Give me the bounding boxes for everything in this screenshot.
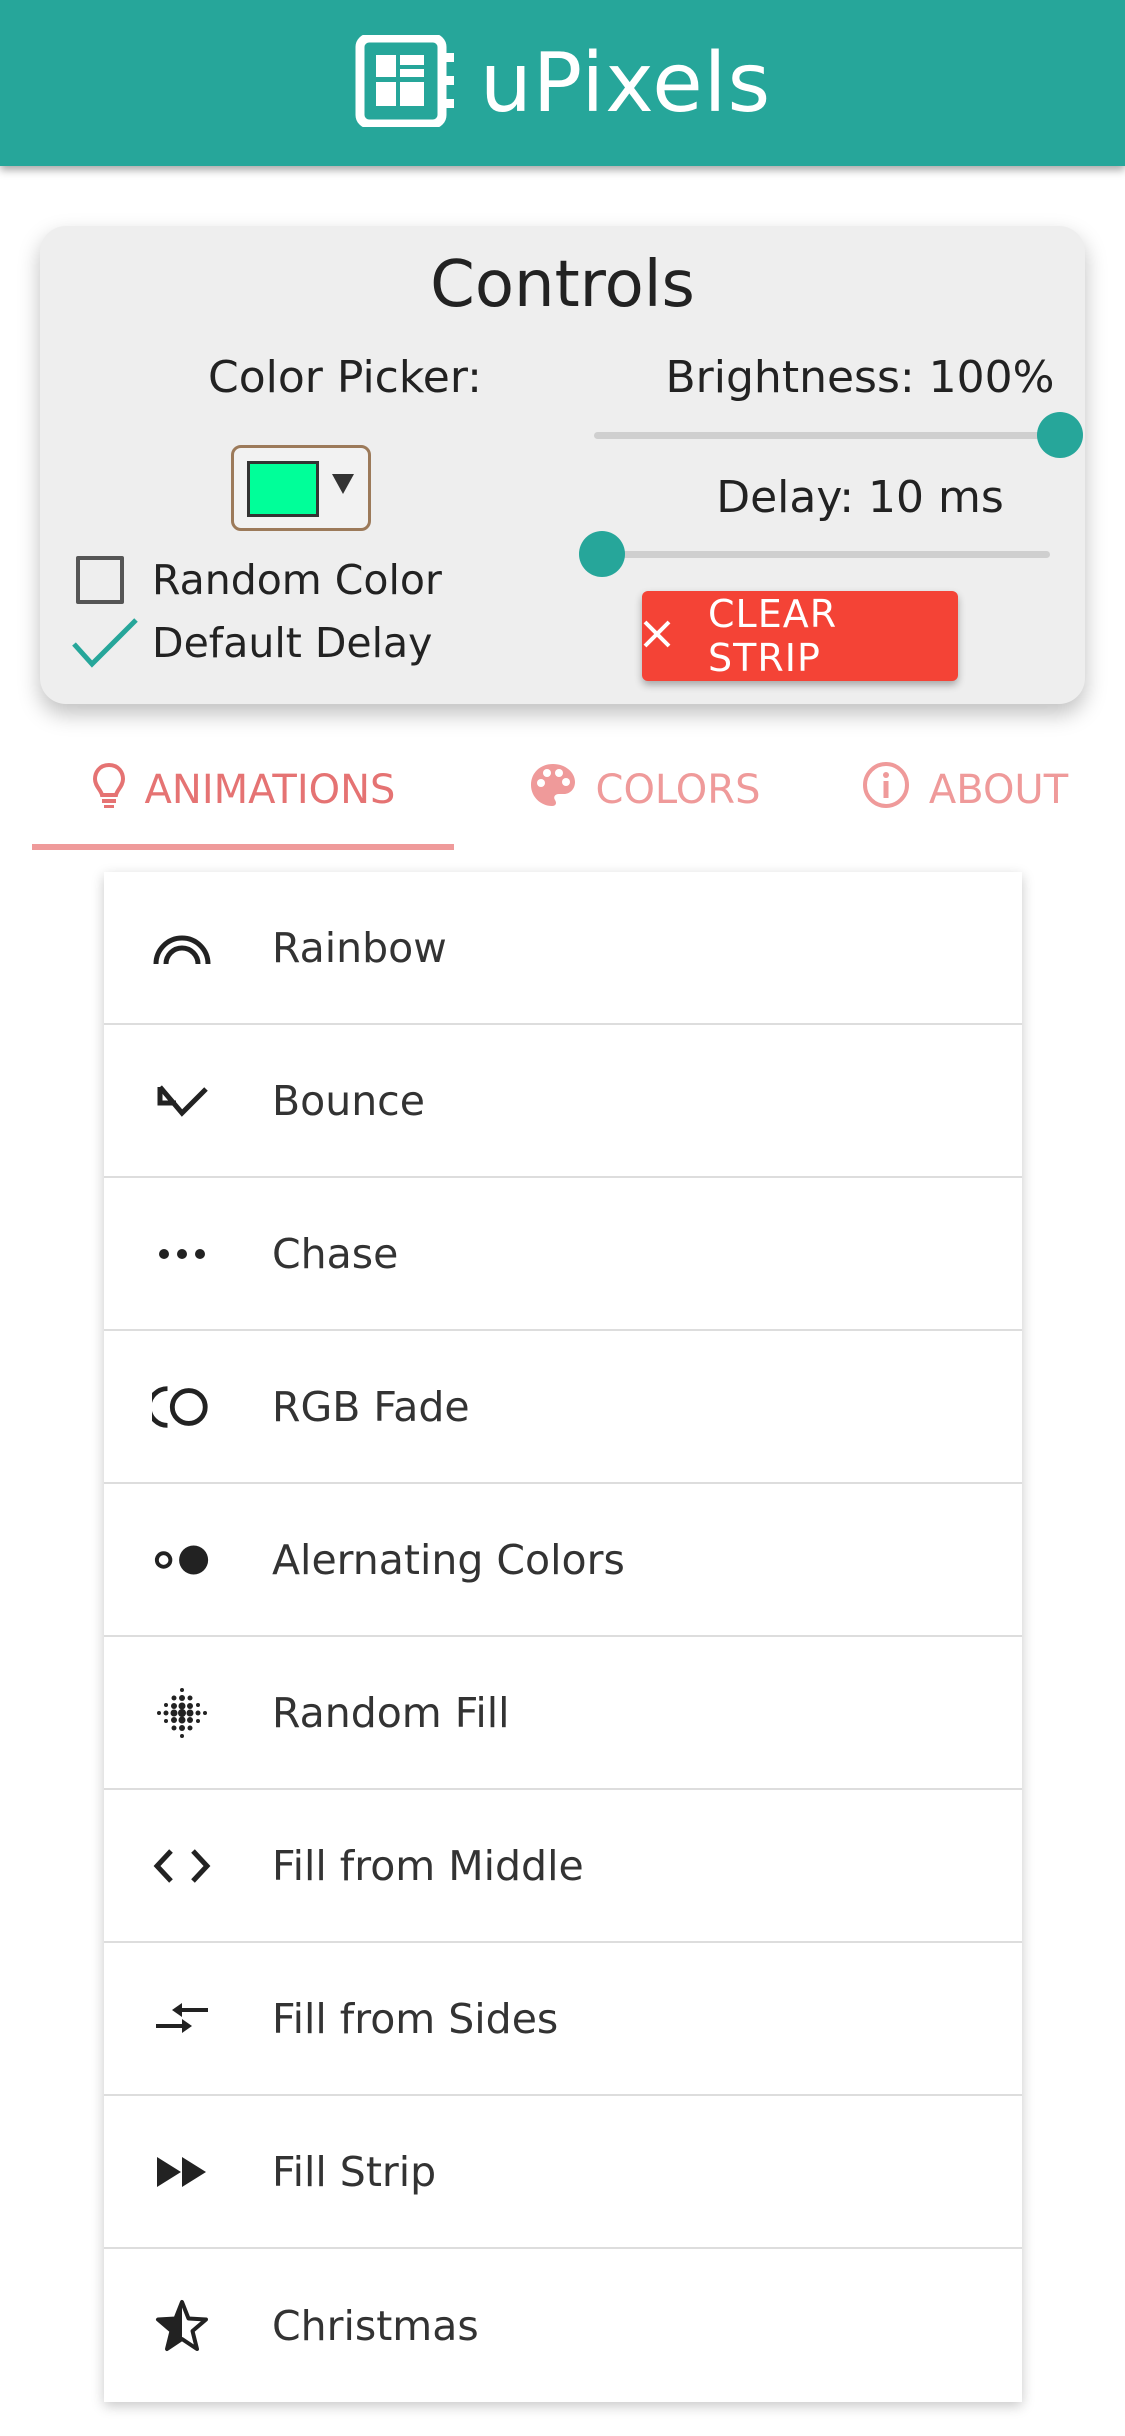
alternate-dots-icon: [152, 1532, 212, 1588]
list-item-alternating-colors[interactable]: Alernating Colors: [104, 1484, 1022, 1637]
list-item-random-fill[interactable]: Random Fill: [104, 1637, 1022, 1790]
palette-icon: [528, 761, 578, 819]
clear-strip-label: CLEAR STRIP: [708, 592, 838, 680]
list-item-rainbow[interactable]: Rainbow: [104, 872, 1022, 1025]
list-item-label: Fill from Sides: [272, 1994, 559, 2043]
app-bar: uPixels: [0, 0, 1125, 166]
brand[interactable]: uPixels: [354, 33, 772, 131]
slider-thumb[interactable]: [579, 531, 625, 577]
list-item-label: Fill Strip: [272, 2147, 437, 2196]
fade-circle-icon: [152, 1379, 212, 1435]
app-title: uPixels: [479, 35, 772, 131]
list-item-fill-from-sides[interactable]: Fill from Sides: [104, 1943, 1022, 2096]
tab-label: ANIMATIONS: [144, 767, 396, 813]
tab-about[interactable]: ABOUT: [836, 740, 1093, 840]
color-swatch: [247, 461, 319, 517]
tab-bar: ANIMATIONS COLORS ABOUT: [32, 740, 1093, 852]
tab-label: COLORS: [595, 767, 761, 813]
list-item-label: Rainbow: [272, 923, 447, 972]
list-item-label: Random Fill: [272, 1688, 510, 1737]
tab-colors[interactable]: COLORS: [506, 740, 782, 840]
list-item-chase[interactable]: Chase: [104, 1178, 1022, 1331]
list-item-label: Christmas: [272, 2301, 479, 2350]
fast-forward-icon: [152, 2144, 212, 2200]
list-item-label: Chase: [272, 1229, 399, 1278]
bounce-arrow-icon: [152, 1073, 212, 1129]
delay-label: Delay: 10 ms: [716, 472, 1004, 523]
list-item-bounce[interactable]: Bounce: [104, 1025, 1022, 1178]
slider-track: [594, 432, 1060, 439]
clear-strip-button[interactable]: CLEAR STRIP: [642, 591, 958, 681]
compare-arrows-icon: [152, 1991, 212, 2047]
list-item-christmas[interactable]: Christmas: [104, 2249, 1022, 2402]
list-item-label: Alernating Colors: [272, 1535, 625, 1584]
lightbulb-icon: [91, 761, 127, 819]
color-picker-label: Color Picker:: [208, 352, 482, 403]
checkmark-icon: [72, 618, 138, 668]
random-color-label[interactable]: Random Color: [152, 556, 442, 604]
animations-list: Rainbow Bounce Chase RGB Fade Alernating…: [104, 872, 1022, 2402]
color-picker-button[interactable]: [231, 445, 371, 531]
slider-track: [602, 551, 1050, 558]
info-icon: [861, 760, 911, 820]
tab-animations[interactable]: ANIMATIONS: [32, 740, 454, 840]
delay-slider[interactable]: [579, 530, 1050, 580]
list-item-label: RGB Fade: [272, 1382, 470, 1431]
default-delay-checkbox[interactable]: [70, 616, 140, 676]
list-item-label: Bounce: [272, 1076, 425, 1125]
random-color-checkbox[interactable]: [76, 556, 124, 604]
list-item-fill-from-middle[interactable]: Fill from Middle: [104, 1790, 1022, 1943]
dot-grid-icon: [152, 1685, 212, 1741]
brightness-slider[interactable]: [594, 411, 1083, 461]
star-half-icon: [152, 2298, 212, 2354]
dots-icon: [152, 1226, 212, 1282]
default-delay-label[interactable]: Default Delay: [152, 619, 432, 667]
brightness-label: Brightness: 100%: [665, 352, 1055, 403]
rainbow-icon: [152, 920, 212, 976]
circuit-board-icon: [354, 33, 458, 131]
tab-label: ABOUT: [928, 767, 1069, 813]
code-brackets-icon: [152, 1838, 212, 1894]
list-item-fill-strip[interactable]: Fill Strip: [104, 2096, 1022, 2249]
slider-thumb[interactable]: [1037, 412, 1083, 458]
tab-indicator: [32, 844, 454, 850]
caret-down-icon: [332, 474, 354, 494]
controls-title: Controls: [430, 248, 695, 322]
close-icon: [642, 614, 672, 658]
list-item-label: Fill from Middle: [272, 1841, 584, 1890]
list-item-rgb-fade[interactable]: RGB Fade: [104, 1331, 1022, 1484]
controls-card: Controls Color Picker: Random Color Defa…: [40, 226, 1085, 704]
